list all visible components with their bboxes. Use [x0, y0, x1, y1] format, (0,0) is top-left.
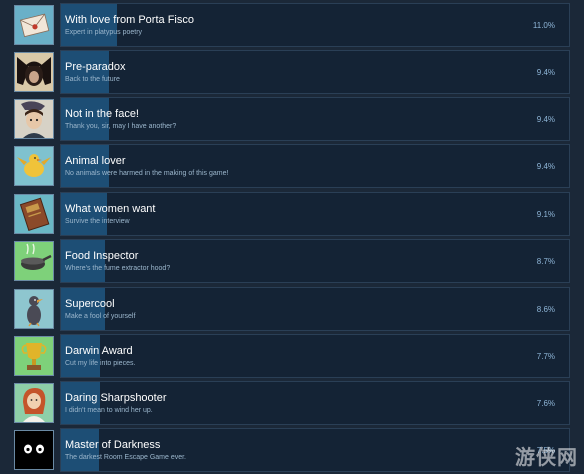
book-icon	[14, 194, 54, 234]
achievement-row[interactable]: Daring Sharpshooter I didn't mean to win…	[0, 381, 584, 425]
achievement-description: Back to the future	[65, 76, 120, 83]
achievement-percent: 9.4%	[536, 115, 555, 124]
achievement-percent: 9.4%	[536, 162, 555, 171]
achievement-description: Where's the fume extractor hood?	[65, 265, 171, 272]
achievement-row[interactable]: With love from Porta Fisco Expert in pla…	[0, 3, 584, 47]
achievement-panel: What women want Survive the interview 9.…	[60, 192, 570, 236]
achievement-percent: 9.4%	[536, 68, 555, 77]
bird-figure-icon	[14, 289, 54, 329]
achievement-description: The darkest Room Escape Game ever.	[65, 454, 186, 461]
achievement-title: Daring Sharpshooter	[65, 392, 167, 404]
achievement-row[interactable]: Master of Darkness The darkest Room Esca…	[0, 428, 584, 472]
achievement-row[interactable]: What women want Survive the interview 9.…	[0, 192, 584, 236]
achievement-description: Make a fool of yourself	[65, 313, 136, 320]
achievement-title: Food Inspector	[65, 250, 139, 262]
achievement-row[interactable]: Food Inspector Where's the fume extracto…	[0, 239, 584, 283]
cooking-pot-icon	[14, 241, 54, 281]
achievement-description: Cut my life into pieces.	[65, 360, 136, 367]
achievement-percent: 9.1%	[536, 210, 555, 219]
achievement-row[interactable]: Supercool Make a fool of yourself 8.6%	[0, 287, 584, 331]
achievement-description: Survive the interview	[65, 218, 130, 225]
achievement-row[interactable]: Not in the face! Thank you, sir, may I h…	[0, 97, 584, 141]
achievement-description: I didn't mean to wind her up.	[65, 407, 153, 414]
achievement-percent: 8.7%	[536, 257, 555, 266]
achievement-percent: 11.0%	[532, 21, 555, 30]
achievement-description: Expert in platypus poetry	[65, 29, 143, 36]
achievement-title: Supercool	[65, 298, 115, 310]
envelope-icon	[14, 5, 54, 45]
achievement-description: Thank you, sir, may I have another?	[65, 123, 177, 130]
achievement-title: Darwin Award	[65, 345, 133, 357]
achievement-panel: Animal lover No animals were harmed in t…	[60, 144, 570, 188]
achievement-panel: Master of Darkness The darkest Room Esca…	[60, 428, 570, 472]
shadowy-figure-icon	[14, 52, 54, 92]
achievement-description: No animals were harmed in the making of …	[65, 170, 229, 177]
achievement-panel: Food Inspector Where's the fume extracto…	[60, 239, 570, 283]
achievement-title: Pre-paradox	[65, 61, 126, 73]
achievement-title: With love from Porta Fisco	[65, 14, 194, 26]
achievement-percent: 8.6%	[536, 305, 555, 314]
achievement-title: Animal lover	[65, 155, 126, 167]
achievement-panel: Supercool Make a fool of yourself 8.6%	[60, 287, 570, 331]
achievement-percent: 7.6%	[536, 399, 555, 408]
achievement-panel: With love from Porta Fisco Expert in pla…	[60, 3, 570, 47]
achievement-list: With love from Porta Fisco Expert in pla…	[0, 0, 584, 474]
achievement-title: Not in the face!	[65, 108, 139, 120]
achievement-percent: 7.7%	[536, 352, 555, 361]
site-watermark: 游侠网	[515, 445, 578, 469]
achievement-title: Master of Darkness	[65, 439, 161, 451]
achievement-panel: Darwin Award Cut my life into pieces. 7.…	[60, 334, 570, 378]
achievement-panel: Daring Sharpshooter I didn't mean to win…	[60, 381, 570, 425]
trophy-icon	[14, 336, 54, 376]
redhead-character-icon	[14, 383, 54, 423]
yellow-bird-icon	[14, 146, 54, 186]
achievement-panel: Pre-paradox Back to the future 9.4%	[60, 50, 570, 94]
achievement-row[interactable]: Pre-paradox Back to the future 9.4%	[0, 50, 584, 94]
glowing-eyes-icon	[14, 430, 54, 470]
achievement-row[interactable]: Darwin Award Cut my life into pieces. 7.…	[0, 334, 584, 378]
achievement-row[interactable]: Animal lover No animals were harmed in t…	[0, 144, 584, 188]
character-portrait-icon	[14, 99, 54, 139]
achievement-title: What women want	[65, 203, 156, 215]
achievement-panel: Not in the face! Thank you, sir, may I h…	[60, 97, 570, 141]
